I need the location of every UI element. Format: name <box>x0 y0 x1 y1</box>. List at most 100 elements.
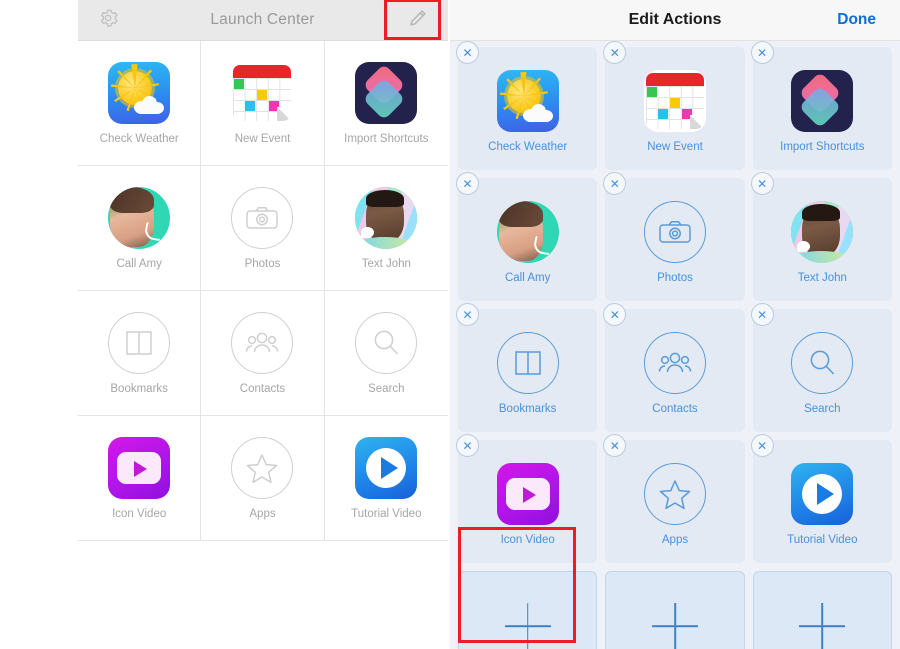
edit-tile-contacts[interactable]: ✕ Contacts <box>603 303 745 432</box>
add-action-tile[interactable] <box>605 571 745 649</box>
calendar-app-icon <box>643 70 706 132</box>
edit-tile-tutorial-video[interactable]: ✕ Tutorial Video <box>750 434 892 563</box>
action-label: Search <box>368 382 405 395</box>
action-cell-call-amy[interactable]: Call Amy <box>78 166 202 291</box>
action-label: Icon Video <box>500 534 555 546</box>
action-cell-photos[interactable]: Photos <box>201 166 325 291</box>
close-x-icon[interactable]: ✕ <box>750 434 774 457</box>
edit-tile-import-shortcuts[interactable]: ✕ Import Shortcuts <box>750 41 892 170</box>
screenshot-stage: Launch Center Check Weather New Event Im… <box>0 0 900 649</box>
close-x-icon[interactable]: ✕ <box>750 172 774 195</box>
action-label: Call Amy <box>116 257 162 270</box>
action-cell-tutorial-video[interactable]: Tutorial Video <box>324 416 448 541</box>
action-label: Tutorial Video <box>787 534 858 546</box>
people-icon <box>231 311 294 374</box>
edit-tile-call-amy[interactable]: ✕ Call Amy <box>456 172 598 301</box>
action-cell-bookmarks[interactable]: Bookmarks <box>78 291 202 416</box>
close-x-icon[interactable]: ✕ <box>456 41 479 64</box>
page-title: Launch Center <box>210 11 315 28</box>
video-play-purple-icon <box>108 436 171 499</box>
video-play-blue-icon <box>791 463 854 525</box>
close-x-icon[interactable]: ✕ <box>456 303 479 326</box>
close-x-icon[interactable]: ✕ <box>603 172 627 195</box>
edit-tile-check-weather[interactable]: ✕ Check Weather <box>456 41 598 170</box>
book-icon <box>108 311 171 374</box>
contact-photo-john-icon <box>791 201 854 263</box>
people-icon <box>643 332 706 394</box>
action-label: Bookmarks <box>498 403 557 415</box>
star-icon <box>643 463 706 525</box>
close-x-icon[interactable]: ✕ <box>750 41 774 64</box>
star-icon <box>231 436 294 499</box>
weather-app-icon <box>496 70 559 132</box>
close-x-icon[interactable]: ✕ <box>603 303 627 326</box>
action-label: Icon Video <box>112 507 167 520</box>
action-label: New Event <box>234 132 291 145</box>
action-label: Text John <box>361 257 411 270</box>
action-label: Check Weather <box>488 141 568 153</box>
edit-tile-new-event[interactable]: ✕ New Event <box>603 41 745 170</box>
page-title: Edit Actions <box>628 11 722 28</box>
close-x-icon[interactable]: ✕ <box>603 41 627 64</box>
action-label: Text John <box>797 272 847 284</box>
action-cell-search[interactable]: Search <box>324 291 448 416</box>
settings-button[interactable] <box>78 0 138 40</box>
action-label: Photos <box>657 272 693 284</box>
done-button[interactable]: Done <box>837 11 876 29</box>
calendar-app-icon <box>231 61 294 124</box>
close-x-icon[interactable]: ✕ <box>750 303 774 326</box>
action-label: Apps <box>661 534 689 546</box>
edit-actions-grid: ✕ Check Weather ✕ New Event ✕ Import Sho… <box>450 41 900 649</box>
edit-actions-header: Edit Actions Done <box>450 0 900 41</box>
action-cell-apps[interactable]: Apps <box>201 416 325 541</box>
contact-photo-john-icon <box>355 186 418 249</box>
action-cell-text-john[interactable]: Text John <box>324 166 448 291</box>
action-label: Contacts <box>652 403 698 415</box>
edit-actions-screen: Edit Actions Done ✕ Check Weather ✕ New … <box>450 0 900 649</box>
launch-center-screen: Launch Center Check Weather New Event Im… <box>78 0 448 649</box>
action-cell-contacts[interactable]: Contacts <box>201 291 325 416</box>
action-label: Bookmarks <box>110 382 168 395</box>
plus-icon <box>799 603 845 649</box>
magnifier-icon <box>355 311 418 374</box>
shortcuts-app-icon <box>355 61 418 124</box>
edit-tile-photos[interactable]: ✕ Photos <box>603 172 745 301</box>
action-cell-import-shortcuts[interactable]: Import Shortcuts <box>324 41 448 166</box>
camera-icon <box>231 186 294 249</box>
edit-tile-search[interactable]: ✕ Search <box>750 303 892 432</box>
launch-center-grid: Check Weather New Event Import Shortcuts… <box>78 41 448 541</box>
plus-icon <box>652 603 698 649</box>
launch-center-header: Launch Center <box>78 0 448 41</box>
shortcuts-app-icon <box>791 70 854 132</box>
close-x-icon[interactable]: ✕ <box>603 434 627 457</box>
add-action-tile[interactable] <box>752 571 892 649</box>
action-label: Tutorial Video <box>351 507 422 520</box>
video-play-purple-icon <box>496 463 559 525</box>
book-icon <box>496 332 559 394</box>
contact-photo-amy-icon <box>496 201 559 263</box>
action-label: Check Weather <box>99 132 179 145</box>
video-play-blue-icon <box>355 436 418 499</box>
pencil-icon <box>407 7 429 34</box>
action-label: New Event <box>647 141 703 153</box>
action-label: Search <box>804 403 841 415</box>
close-x-icon[interactable]: ✕ <box>456 434 479 457</box>
edit-tile-apps[interactable]: ✕ Apps <box>603 434 745 563</box>
action-label: Import Shortcuts <box>344 132 429 145</box>
action-cell-icon-video[interactable]: Icon Video <box>78 416 202 541</box>
weather-app-icon <box>108 61 171 124</box>
action-label: Apps <box>249 507 276 520</box>
action-label: Call Amy <box>504 272 551 284</box>
edit-tile-bookmarks[interactable]: ✕ Bookmarks <box>456 303 598 432</box>
add-action-tile[interactable] <box>458 571 598 649</box>
action-label: Photos <box>244 257 281 270</box>
gear-icon <box>97 7 119 34</box>
edit-actions-button[interactable] <box>387 0 448 40</box>
contact-photo-amy-icon <box>108 186 171 249</box>
camera-icon <box>643 201 706 263</box>
action-cell-new-event[interactable]: New Event <box>201 41 325 166</box>
edit-tile-icon-video[interactable]: ✕ Icon Video <box>456 434 598 563</box>
close-x-icon[interactable]: ✕ <box>456 172 479 195</box>
edit-tile-text-john[interactable]: ✕ Text John <box>750 172 892 301</box>
action-cell-check-weather[interactable]: Check Weather <box>78 41 202 166</box>
